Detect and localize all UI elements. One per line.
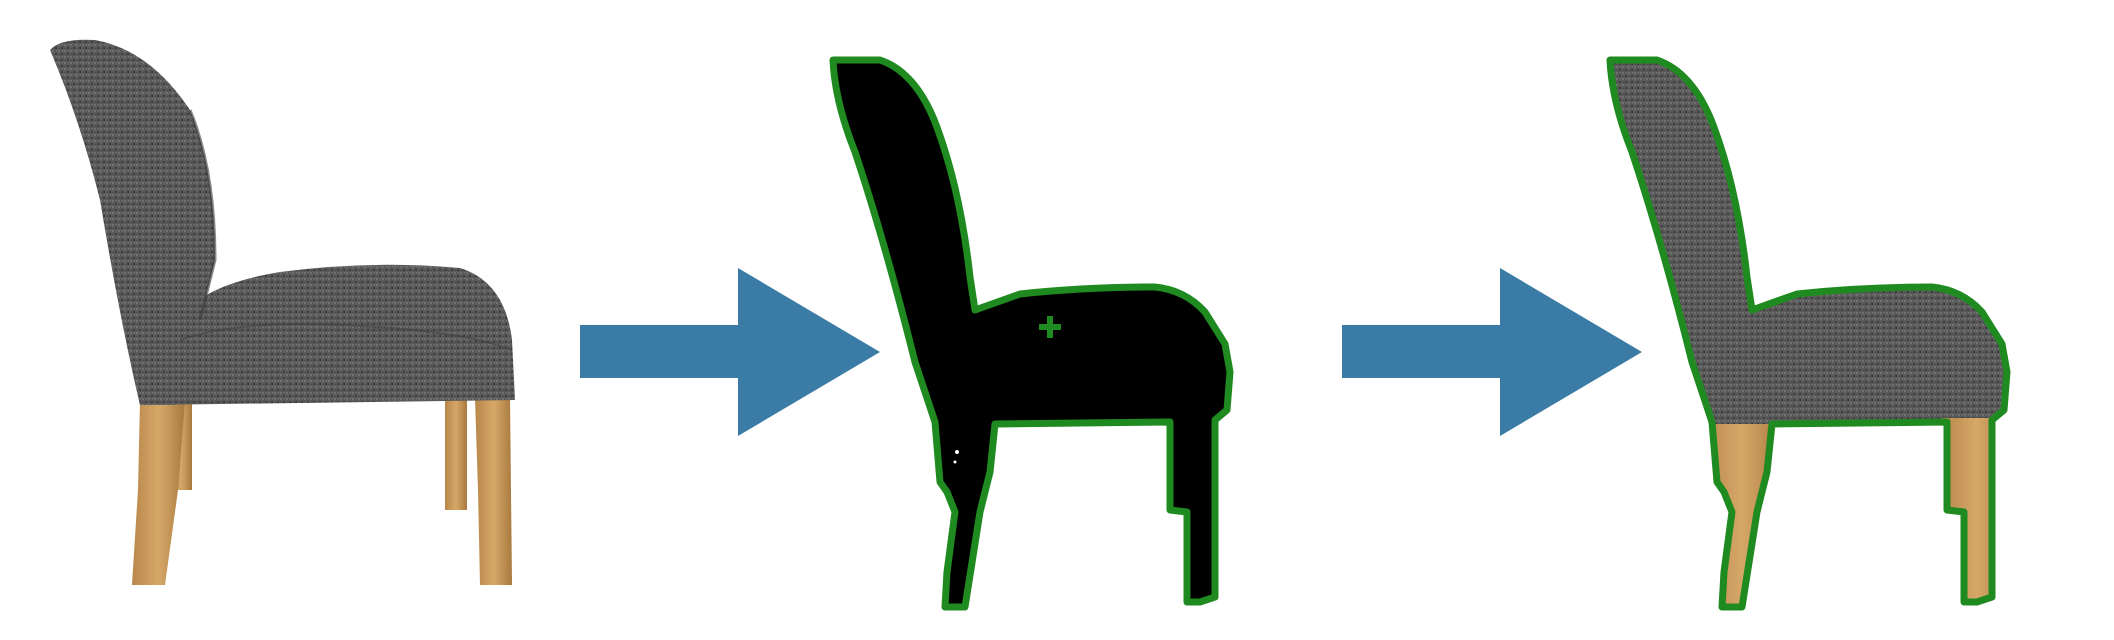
chair-mask-image — [833, 60, 1230, 607]
right-arrow-icon — [1342, 268, 1642, 436]
pipeline-diagram — [0, 0, 2114, 640]
front-leg-right — [475, 398, 512, 585]
front-leg-left — [132, 400, 185, 585]
back-leg-right — [445, 400, 467, 510]
segmented-chair-image — [1562, 42, 2042, 640]
right-arrow-icon — [580, 268, 880, 436]
original-chair-image — [50, 39, 515, 585]
diagram-canvas — [50, 39, 2114, 640]
